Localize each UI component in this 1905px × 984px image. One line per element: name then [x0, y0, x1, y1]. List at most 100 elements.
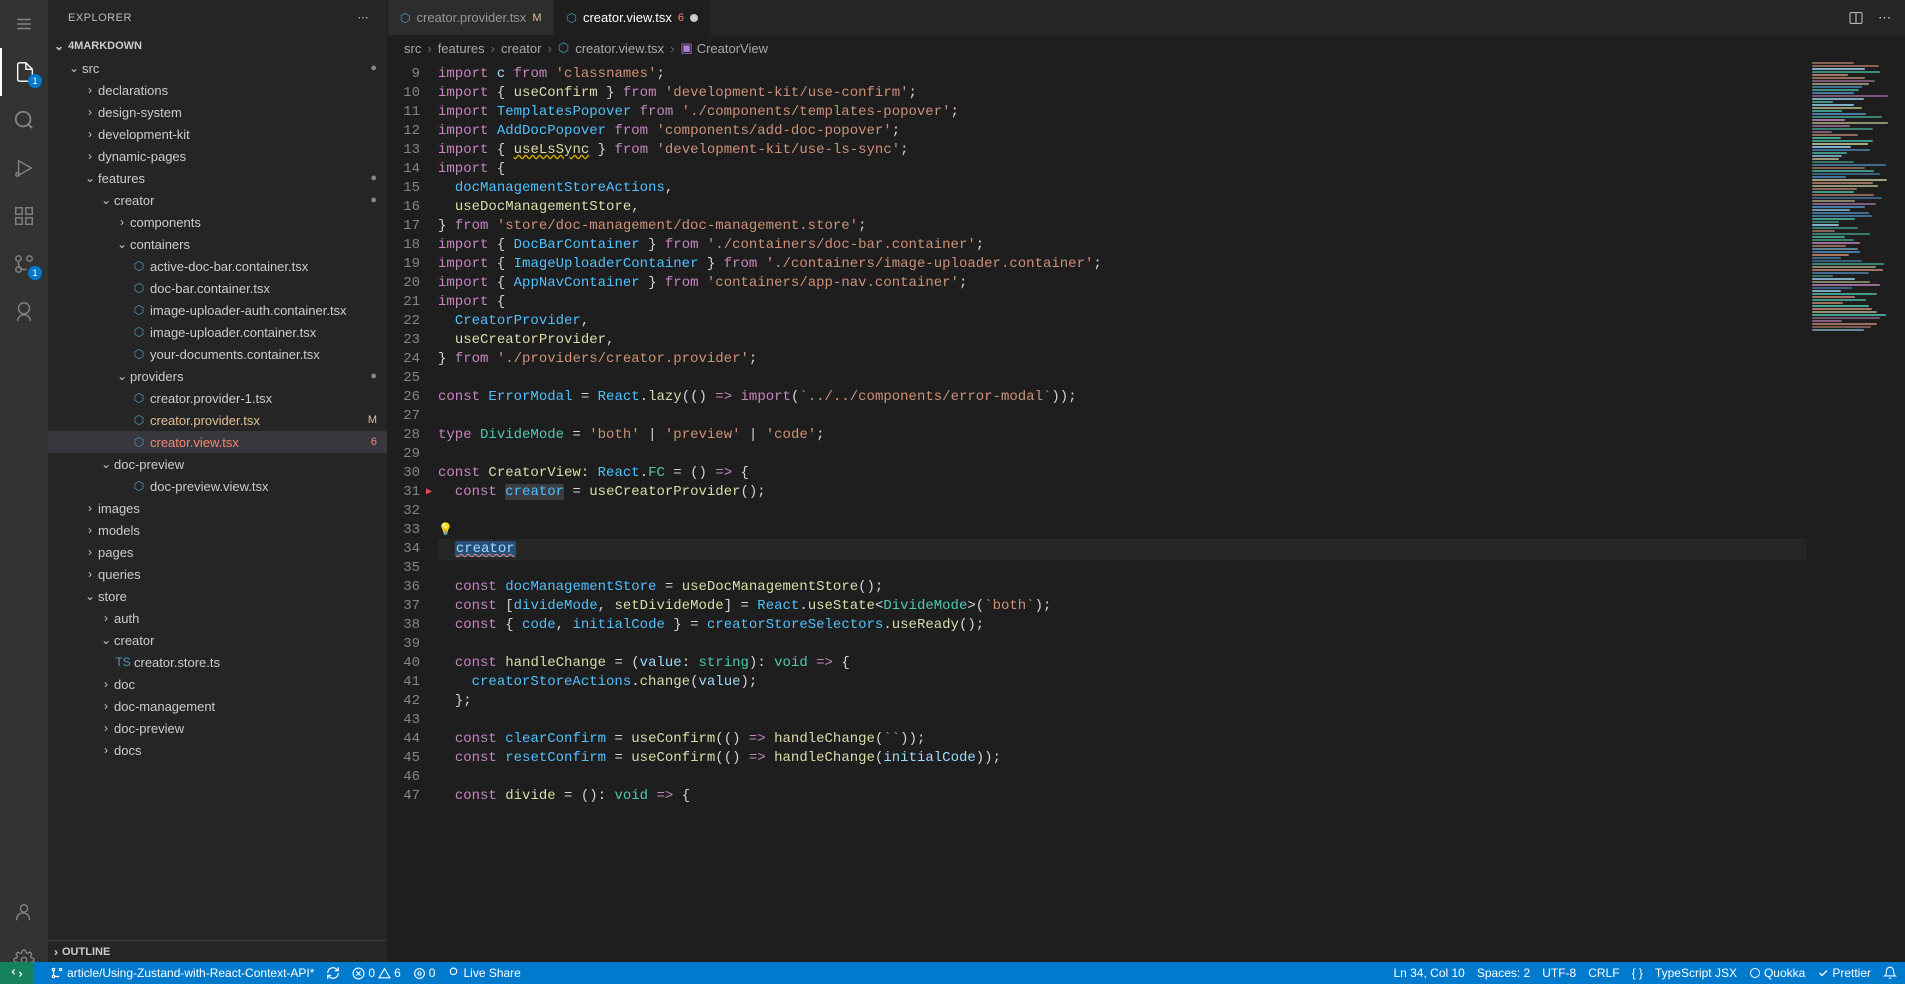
- react-icon: ⬡: [400, 11, 410, 25]
- sidebar-title: EXPLORER: [68, 12, 132, 24]
- menu-icon[interactable]: [0, 0, 48, 48]
- section-project[interactable]: ⌄ 4MARKDOWN: [48, 35, 387, 57]
- extensions-icon[interactable]: [0, 192, 48, 240]
- chevron-right-icon: ›: [54, 945, 58, 959]
- folder-store[interactable]: ⌄store: [48, 585, 387, 607]
- notifications-icon[interactable]: [1883, 966, 1897, 980]
- code-editor[interactable]: import c from 'classnames';import { useC…: [438, 61, 1807, 984]
- more-actions-icon[interactable]: ⋯: [1878, 10, 1891, 26]
- explorer-badge: 1: [28, 74, 42, 88]
- branch-name: article/Using-Zustand-with-React-Context…: [67, 966, 314, 980]
- source-control-icon[interactable]: 1: [0, 240, 48, 288]
- editor-group: ⬡ creator.provider.tsx M ⬡ creator.view.…: [388, 0, 1905, 984]
- outline-label: OUTLINE: [62, 946, 110, 958]
- error-count: 0: [368, 966, 375, 980]
- symbol-icon: ▣: [680, 40, 692, 56]
- live-share-label: Live Share: [463, 966, 520, 980]
- error-count: 6: [678, 12, 684, 24]
- project-name: 4MARKDOWN: [68, 40, 142, 52]
- react-icon: ⬡: [566, 11, 576, 25]
- line-gutter: 9101112131415161718192021222324252627282…: [388, 61, 438, 984]
- file-doc-preview-view[interactable]: ⬡doc-preview.view.tsx: [48, 475, 387, 497]
- folder-queries[interactable]: ›queries: [48, 563, 387, 585]
- cursor-position[interactable]: Ln 34, Col 10: [1393, 966, 1464, 980]
- folder-providers[interactable]: ⌄providers●: [48, 365, 387, 387]
- minimap[interactable]: [1807, 61, 1905, 984]
- folder-creator[interactable]: ⌄creator●: [48, 189, 387, 211]
- warning-count: 6: [394, 966, 401, 980]
- live-share[interactable]: Live Share: [447, 966, 520, 980]
- more-icon[interactable]: ⋯: [358, 11, 370, 24]
- file-creator-provider-1[interactable]: ⬡creator.provider-1.tsx: [48, 387, 387, 409]
- react-icon: ⬡: [558, 40, 569, 56]
- folder-creator-store[interactable]: ⌄creator: [48, 629, 387, 651]
- git-branch[interactable]: article/Using-Zustand-with-React-Context…: [50, 966, 314, 980]
- folder-components[interactable]: ›components: [48, 211, 387, 233]
- language-mode[interactable]: TypeScript JSX: [1655, 966, 1737, 980]
- breadcrumbs[interactable]: src› features› creator› ⬡ creator.view.t…: [388, 35, 1905, 61]
- unsaved-indicator: [690, 14, 698, 22]
- folder-auth[interactable]: ›auth: [48, 607, 387, 629]
- folder-dynamic-pages[interactable]: ›dynamic-pages: [48, 145, 387, 167]
- folder-features[interactable]: ⌄features●: [48, 167, 387, 189]
- folder-containers[interactable]: ⌄containers: [48, 233, 387, 255]
- live-share-icon[interactable]: [0, 288, 48, 336]
- breadcrumb-symbol[interactable]: CreatorView: [697, 41, 768, 56]
- tab-creator-view[interactable]: ⬡ creator.view.tsx 6: [554, 0, 710, 35]
- split-editor-icon[interactable]: [1848, 10, 1864, 26]
- file-image-uploader[interactable]: ⬡image-uploader.container.tsx: [48, 321, 387, 343]
- tab-bar: ⬡ creator.provider.tsx M ⬡ creator.view.…: [388, 0, 1905, 35]
- prettier-label: Prettier: [1832, 966, 1871, 980]
- folder-models[interactable]: ›models: [48, 519, 387, 541]
- folder-design-system[interactable]: ›design-system: [48, 101, 387, 123]
- scm-badge: 1: [28, 266, 42, 280]
- folder-src[interactable]: ⌄src●: [48, 57, 387, 79]
- folder-pages[interactable]: ›pages: [48, 541, 387, 563]
- breadcrumb-item[interactable]: creator.view.tsx: [575, 41, 664, 56]
- folder-images[interactable]: ›images: [48, 497, 387, 519]
- sidebar: EXPLORER ⋯ ⌄ 4MARKDOWN ⌄src● ›declaratio…: [48, 0, 388, 984]
- breadcrumb-item[interactable]: src: [404, 41, 421, 56]
- file-image-uploader-auth[interactable]: ⬡image-uploader-auth.container.tsx: [48, 299, 387, 321]
- search-icon[interactable]: [0, 96, 48, 144]
- encoding[interactable]: UTF-8: [1542, 966, 1576, 980]
- run-debug-icon[interactable]: [0, 144, 48, 192]
- tab-label: creator.view.tsx: [583, 10, 672, 25]
- file-creator-store[interactable]: TScreator.store.ts: [48, 651, 387, 673]
- file-active-doc-bar[interactable]: ⬡active-doc-bar.container.tsx: [48, 255, 387, 277]
- explorer-icon[interactable]: 1: [0, 48, 48, 96]
- breadcrumb-item[interactable]: features: [438, 41, 485, 56]
- folder-docs[interactable]: ›docs: [48, 739, 387, 761]
- activity-bar: 1 1: [0, 0, 48, 984]
- file-doc-bar[interactable]: ⬡doc-bar.container.tsx: [48, 277, 387, 299]
- brackets-icon[interactable]: { }: [1632, 966, 1643, 980]
- remote-indicator[interactable]: [0, 962, 34, 984]
- prettier[interactable]: Prettier: [1817, 966, 1871, 980]
- folder-development-kit[interactable]: ›development-kit: [48, 123, 387, 145]
- folder-doc-preview-2[interactable]: ›doc-preview: [48, 717, 387, 739]
- ports[interactable]: 0: [413, 966, 436, 980]
- chevron-down-icon: ⌄: [54, 39, 64, 53]
- section-outline[interactable]: › OUTLINE: [48, 940, 387, 962]
- status-bar: article/Using-Zustand-with-React-Context…: [0, 962, 1905, 984]
- modified-indicator: M: [532, 12, 541, 24]
- tab-label: creator.provider.tsx: [416, 10, 526, 25]
- ports-count: 0: [429, 966, 436, 980]
- eol[interactable]: CRLF: [1588, 966, 1619, 980]
- quokka-label: Quokka: [1764, 966, 1805, 980]
- file-your-documents[interactable]: ⬡your-documents.container.tsx: [48, 343, 387, 365]
- folder-doc-preview[interactable]: ⌄doc-preview: [48, 453, 387, 475]
- file-tree: ⌄src● ›declarations ›design-system ›deve…: [48, 57, 387, 940]
- indentation[interactable]: Spaces: 2: [1477, 966, 1530, 980]
- tab-creator-provider[interactable]: ⬡ creator.provider.tsx M: [388, 0, 554, 35]
- accounts-icon[interactable]: [0, 888, 48, 936]
- folder-declarations[interactable]: ›declarations: [48, 79, 387, 101]
- sync-icon[interactable]: [326, 966, 340, 980]
- file-creator-view[interactable]: ⬡creator.view.tsx6: [48, 431, 387, 453]
- problems[interactable]: 0 6: [352, 966, 400, 980]
- folder-doc-management[interactable]: ›doc-management: [48, 695, 387, 717]
- quokka[interactable]: Quokka: [1749, 966, 1805, 980]
- breadcrumb-item[interactable]: creator: [501, 41, 541, 56]
- file-creator-provider[interactable]: ⬡creator.provider.tsxM: [48, 409, 387, 431]
- folder-doc[interactable]: ›doc: [48, 673, 387, 695]
